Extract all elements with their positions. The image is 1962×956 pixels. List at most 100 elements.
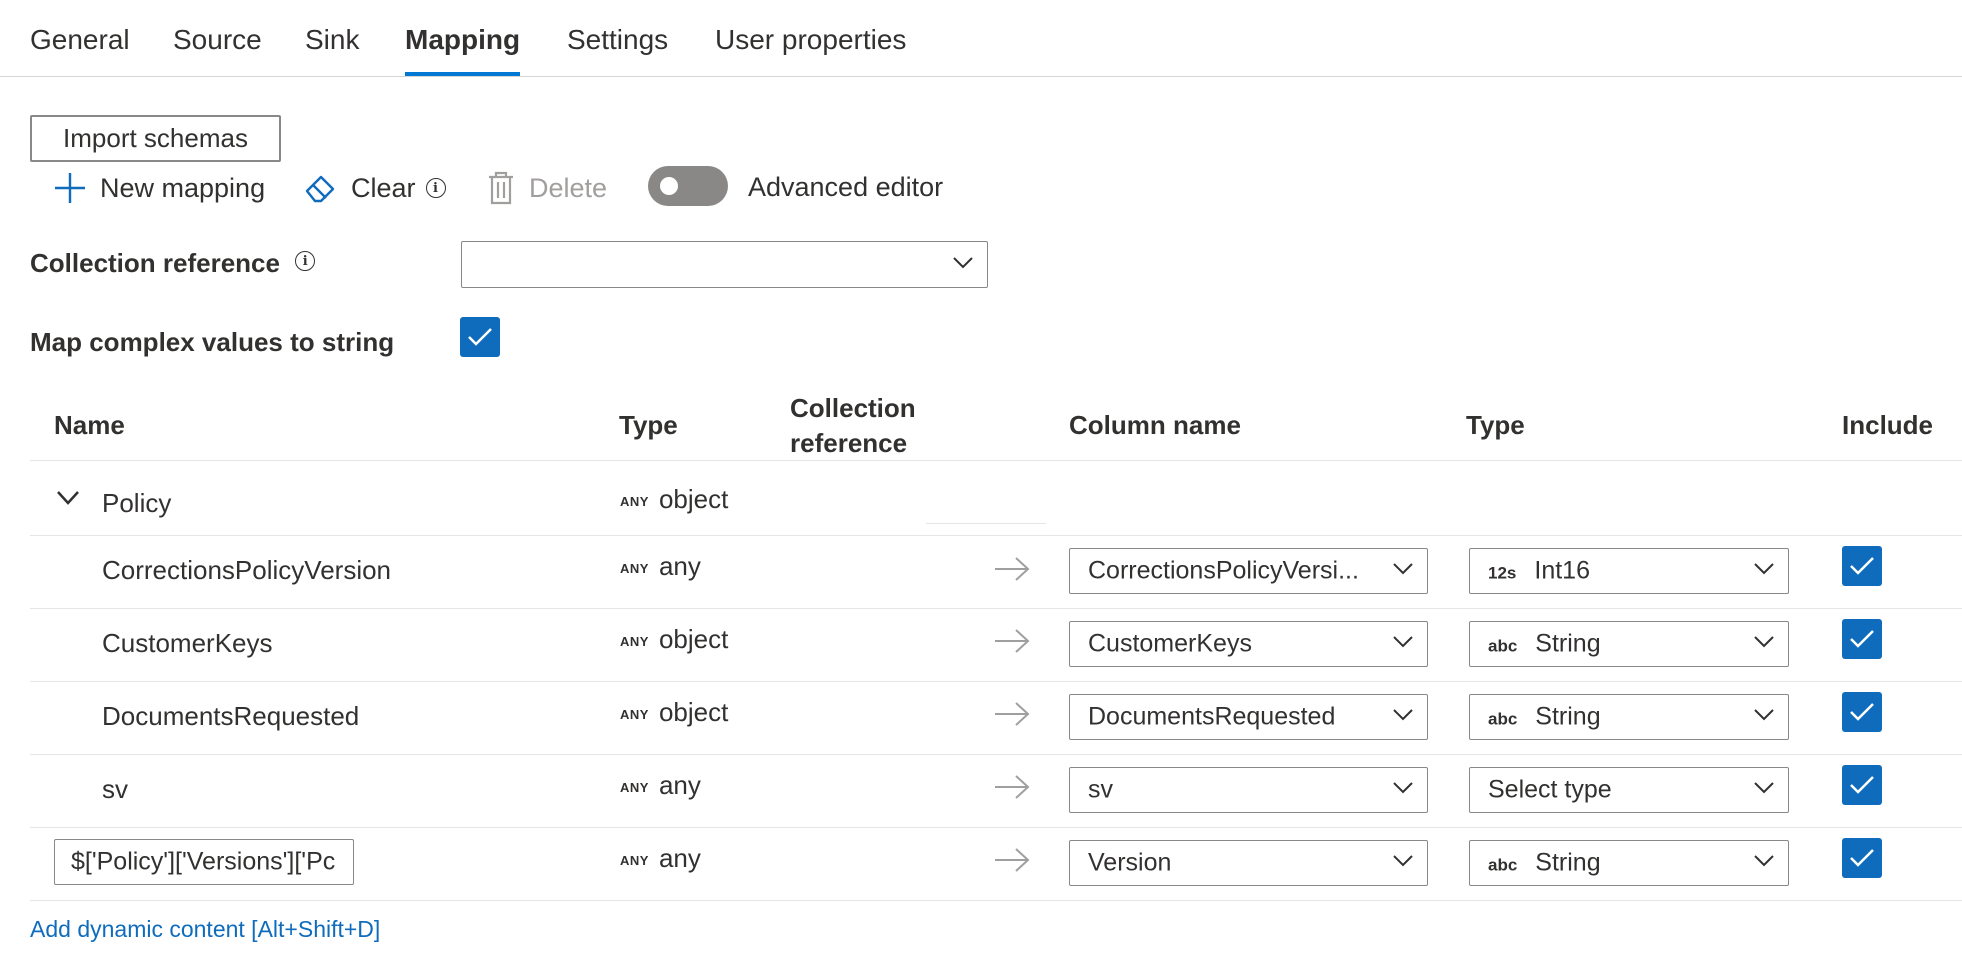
- collection-reference-label: Collection reference i: [30, 248, 316, 279]
- chevron-down-icon: [1393, 635, 1413, 653]
- arrow-right-icon: [994, 701, 1030, 732]
- tab-general[interactable]: General: [30, 24, 130, 56]
- column-name-value: CorrectionsPolicyVersi...: [1088, 556, 1359, 585]
- row-divider: [30, 827, 1962, 828]
- sink-type-value: abc String: [1488, 629, 1601, 658]
- clear-info-icon[interactable]: i: [425, 178, 446, 198]
- collection-reference-dropdown[interactable]: [461, 241, 988, 288]
- map-complex-label: Map complex values to string: [30, 327, 395, 357]
- header-column-name: Column name: [1069, 410, 1241, 440]
- eraser-icon: [303, 171, 337, 205]
- include-checkbox[interactable]: [1842, 546, 1882, 586]
- clear-label: Clear: [351, 172, 416, 203]
- include-checkbox[interactable]: [1842, 619, 1882, 659]
- sink-type-value: 12s Int16: [1488, 556, 1590, 585]
- row-divider: [30, 460, 1962, 461]
- row-type: ANY object: [620, 697, 729, 727]
- column-name-dropdown[interactable]: CustomerKeys: [1069, 621, 1428, 667]
- chevron-down-icon: [1393, 854, 1413, 872]
- checkmark-icon: [1850, 849, 1874, 867]
- header-collection-reference: Collection reference: [790, 393, 916, 458]
- sink-type-value: abc String: [1488, 702, 1601, 731]
- header-include: Include: [1842, 410, 1934, 440]
- row-name: DocumentsRequested: [102, 701, 360, 731]
- tab-source[interactable]: Source: [173, 24, 262, 56]
- map-complex-checkbox[interactable]: [460, 317, 500, 357]
- row-divider: [30, 608, 1962, 609]
- row-divider: [30, 535, 1962, 536]
- checkmark-icon: [1850, 776, 1874, 794]
- row-divider: [30, 681, 1962, 682]
- row-type: ANY any: [620, 770, 701, 800]
- sink-type-value: abc String: [1488, 848, 1601, 877]
- sink-type-dropdown[interactable]: abc String: [1469, 621, 1789, 667]
- collection-reference-info-icon[interactable]: i: [295, 251, 316, 272]
- toggle-knob: [660, 177, 678, 195]
- row-name: CorrectionsPolicyVersion: [102, 555, 392, 585]
- column-name-value: sv: [1088, 775, 1113, 804]
- new-mapping-button[interactable]: New mapping: [54, 168, 265, 208]
- chevron-down-icon[interactable]: [56, 490, 80, 511]
- chevron-down-icon: [1754, 854, 1774, 872]
- row-name: CustomerKeys: [102, 628, 273, 658]
- new-mapping-label: New mapping: [100, 172, 266, 203]
- column-name-dropdown[interactable]: Version: [1069, 840, 1428, 886]
- group-type: ANY object: [620, 484, 729, 514]
- checkmark-icon: [1850, 703, 1874, 721]
- arrow-right-icon: [994, 847, 1030, 878]
- json-path-input[interactable]: $['Policy']['Versions']['Pc: [54, 839, 354, 885]
- chevron-down-icon: [1393, 781, 1413, 799]
- sink-type-dropdown[interactable]: Select type: [1469, 767, 1789, 813]
- sink-type-dropdown[interactable]: abc String: [1469, 840, 1789, 886]
- advanced-editor-label: Advanced editor: [748, 172, 944, 202]
- tab-settings[interactable]: Settings: [567, 24, 668, 56]
- include-checkbox[interactable]: [1842, 692, 1882, 732]
- arrow-right-icon: [994, 774, 1030, 805]
- row-divider: [30, 900, 1962, 901]
- json-path-value: $['Policy']['Versions']['Pc: [71, 847, 336, 876]
- chevron-down-icon: [1754, 635, 1774, 653]
- row-divider: [30, 754, 1962, 755]
- row-name: sv: [102, 774, 128, 804]
- column-name-dropdown[interactable]: CorrectionsPolicyVersi...: [1069, 548, 1428, 594]
- trash-icon: [487, 171, 515, 205]
- tab-mapping[interactable]: Mapping: [405, 24, 520, 56]
- add-dynamic-content-link[interactable]: Add dynamic content [Alt+Shift+D]: [30, 916, 380, 943]
- row-type: ANY any: [620, 843, 701, 873]
- include-checkbox[interactable]: [1842, 765, 1882, 805]
- plus-icon: [54, 172, 86, 204]
- active-tab-indicator: [405, 72, 520, 76]
- sink-type-dropdown[interactable]: 12s Int16: [1469, 548, 1789, 594]
- row-type: ANY object: [620, 624, 729, 654]
- row-type: ANY any: [620, 551, 701, 581]
- column-name-dropdown[interactable]: sv: [1069, 767, 1428, 813]
- cell-divider: [926, 523, 1046, 524]
- checkmark-icon: [468, 328, 492, 346]
- group-name-policy: Policy: [102, 488, 172, 518]
- checkmark-icon: [1850, 630, 1874, 648]
- tab-user-properties[interactable]: User properties: [715, 24, 906, 56]
- chevron-down-icon: [1754, 562, 1774, 580]
- column-name-value: Version: [1088, 848, 1172, 877]
- chevron-down-icon: [1393, 708, 1413, 726]
- column-name-dropdown[interactable]: DocumentsRequested: [1069, 694, 1428, 740]
- header-type: Type: [619, 410, 678, 440]
- column-name-value: DocumentsRequested: [1088, 702, 1336, 731]
- sink-type-dropdown[interactable]: abc String: [1469, 694, 1789, 740]
- header-name: Name: [54, 410, 125, 440]
- chevron-down-icon: [953, 256, 973, 274]
- tab-sink[interactable]: Sink: [305, 24, 359, 56]
- delete-button[interactable]: Delete: [487, 168, 607, 208]
- checkmark-icon: [1850, 557, 1874, 575]
- chevron-down-icon: [1754, 781, 1774, 799]
- column-name-value: CustomerKeys: [1088, 629, 1252, 658]
- import-schemas-button[interactable]: Import schemas: [30, 115, 281, 162]
- delete-label: Delete: [529, 172, 608, 203]
- advanced-editor-toggle[interactable]: [648, 166, 728, 206]
- chevron-down-icon: [1393, 562, 1413, 580]
- arrow-right-icon: [994, 556, 1030, 587]
- arrow-right-icon: [994, 628, 1030, 659]
- clear-button[interactable]: Clear i: [303, 168, 446, 208]
- sink-type-placeholder: Select type: [1488, 775, 1612, 804]
- include-checkbox[interactable]: [1842, 838, 1882, 878]
